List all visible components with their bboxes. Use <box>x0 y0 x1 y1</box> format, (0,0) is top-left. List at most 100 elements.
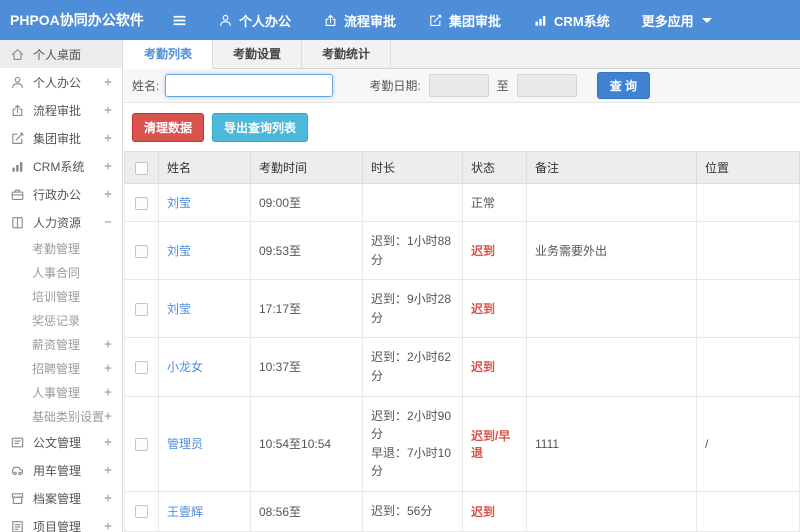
sidebar-subitem-label: 基础类别设置 <box>32 409 105 424</box>
collapse-minus-icon[interactable]: − <box>104 215 112 230</box>
tab-0[interactable]: 考勤列表 <box>124 40 214 69</box>
sidebar: 个人桌面 个人办公 + 流程审批 + 集团审批 + CRM系统 + 行政办公 + 人力资源 − 考勤管理人… <box>0 40 123 532</box>
sidebar-subitem-label: 人事管理 <box>32 385 81 400</box>
sidebar-item-label: 用车管理 <box>33 463 82 478</box>
top-nav-label: 更多应用 <box>641 13 694 29</box>
sidebar-subitem-6-3[interactable]: 奖惩记录 <box>0 308 122 332</box>
column-header-1: 考勤时间 <box>250 151 363 184</box>
expand-plus-icon[interactable]: + <box>104 463 112 478</box>
sidebar-subitem-label: 培训管理 <box>32 289 81 304</box>
cell-location <box>696 279 800 339</box>
sidebar-item-6[interactable]: 人力资源 − <box>0 208 122 236</box>
briefcase-icon <box>10 187 25 202</box>
sidebar-subitem-6-7[interactable]: 基础类别设置 + <box>0 404 122 428</box>
employee-name-link[interactable]: 王壹辉 <box>167 505 203 519</box>
upload-icon <box>323 13 338 28</box>
sidebar-item-2[interactable]: 流程审批 + <box>0 96 122 124</box>
sidebar-item-9[interactable]: 档案管理 + <box>0 484 122 512</box>
status-badge: 正常 <box>471 196 496 210</box>
row-checkbox[interactable] <box>135 196 148 210</box>
sidebar-item-3[interactable]: 集团审批 + <box>0 124 122 152</box>
header-checkbox-cell <box>124 151 159 184</box>
column-header-5: 位置 <box>696 151 800 184</box>
top-nav-item-1[interactable]: 流程审批 <box>323 11 396 30</box>
date-from-input[interactable] <box>428 74 489 97</box>
sidebar-item-4[interactable]: CRM系统 + <box>0 152 122 180</box>
duration-line: 迟到：9小时28分 <box>371 292 452 325</box>
employee-name-link[interactable]: 刘莹 <box>167 244 191 258</box>
sidebar-item-7[interactable]: 公文管理 + <box>0 428 122 456</box>
expand-plus-icon[interactable]: + <box>104 491 112 506</box>
person-icon <box>218 13 233 28</box>
search-button[interactable]: 查 询 <box>596 72 651 99</box>
sidebar-subitem-label: 薪资管理 <box>32 337 81 352</box>
main-content: 考勤列表 考勤设置 考勤统计 姓名: 考勤日期: 至 查 询 清理数据 导出查询列表… <box>124 40 800 532</box>
sidebar-item-label: 公文管理 <box>33 435 82 450</box>
table-row: 管理员 10:54至10:54 迟到：2小时90分 早退：7小时10分 迟到/早退 111… <box>124 395 800 492</box>
edit-icon <box>10 131 25 146</box>
attendance-table: 姓名 考勤时间 时长 状态 备注 位置 刘莹 09:00至 正常 刘莹 09:53至 迟到：1小时8… <box>124 151 800 532</box>
top-nav: 个人办公 流程审批 集团审批 CRM系统 更多应用 <box>218 11 744 30</box>
employee-name-link[interactable]: 管理员 <box>167 437 203 451</box>
cell-location <box>696 183 800 222</box>
expand-plus-icon[interactable]: + <box>104 435 112 450</box>
tab-2[interactable]: 考勤统计 <box>302 40 392 68</box>
expand-plus-icon[interactable]: + <box>104 75 112 90</box>
sidebar-item-label: 人力资源 <box>33 215 82 230</box>
sidebar-item-10[interactable]: 项目管理 + <box>0 512 122 532</box>
row-checkbox[interactable] <box>135 244 148 258</box>
chart-icon <box>10 159 25 174</box>
row-checkbox[interactable] <box>135 302 148 316</box>
top-nav-label: 流程审批 <box>344 13 397 29</box>
top-nav-item-3[interactable]: CRM系统 <box>533 11 610 30</box>
cell-duration: 迟到：9小时28分 <box>362 279 463 339</box>
name-input[interactable] <box>165 74 334 97</box>
sidebar-item-8[interactable]: 用车管理 + <box>0 456 122 484</box>
date-to-input[interactable] <box>516 74 577 97</box>
sidebar-subitem-6-0[interactable]: 考勤管理 <box>0 236 122 260</box>
sidebar-item-5[interactable]: 行政办公 + <box>0 180 122 208</box>
top-nav-item-4[interactable]: 更多应用 <box>642 11 712 30</box>
status-badge: 迟到 <box>471 302 496 317</box>
row-checkbox-cell <box>124 279 159 339</box>
expand-plus-icon[interactable]: + <box>104 409 112 424</box>
expand-plus-icon[interactable]: + <box>104 103 112 118</box>
menu-toggle-icon[interactable] <box>171 12 188 29</box>
row-checkbox-cell <box>124 490 159 532</box>
row-checkbox[interactable] <box>135 505 148 519</box>
expand-plus-icon[interactable]: + <box>104 361 112 376</box>
sidebar-subitem-6-1[interactable]: 人事合同 <box>0 260 122 284</box>
cell-remark <box>526 490 697 532</box>
select-all-checkbox[interactable] <box>135 161 148 175</box>
employee-name-link[interactable]: 刘莹 <box>167 196 191 210</box>
sidebar-item-1[interactable]: 个人办公 + <box>0 68 122 96</box>
sidebar-subitem-6-5[interactable]: 招聘管理 + <box>0 356 122 380</box>
expand-plus-icon[interactable]: + <box>104 159 112 174</box>
top-nav-item-2[interactable]: 集团审批 <box>428 11 501 30</box>
sidebar-subitem-6-6[interactable]: 人事管理 + <box>0 380 122 404</box>
cell-name: 刘莹 <box>158 183 251 222</box>
row-checkbox[interactable] <box>135 361 148 375</box>
top-nav-item-0[interactable]: 个人办公 <box>218 11 291 30</box>
cell-name: 小龙女 <box>158 337 251 397</box>
cell-duration: 迟到：2小时62分 <box>362 337 463 397</box>
status-badge: 迟到 <box>471 504 496 519</box>
clear-data-button[interactable]: 清理数据 <box>132 113 205 142</box>
sidebar-item-0[interactable]: 个人桌面 <box>0 40 122 68</box>
sidebar-subitem-6-2[interactable]: 培训管理 <box>0 284 122 308</box>
sidebar-subitem-6-4[interactable]: 薪资管理 + <box>0 332 122 356</box>
expand-plus-icon[interactable]: + <box>104 337 112 352</box>
cell-remark <box>526 183 697 222</box>
cell-name: 刘莹 <box>158 279 251 339</box>
tab-1[interactable]: 考勤设置 <box>213 40 303 68</box>
app-logo: PHPOA协同办公软件 <box>10 12 144 28</box>
expand-plus-icon[interactable]: + <box>104 519 112 532</box>
car-icon <box>10 463 25 478</box>
employee-name-link[interactable]: 刘莹 <box>167 302 191 316</box>
employee-name-link[interactable]: 小龙女 <box>167 360 203 374</box>
expand-plus-icon[interactable]: + <box>104 187 112 202</box>
row-checkbox[interactable] <box>135 437 148 451</box>
expand-plus-icon[interactable]: + <box>104 385 112 400</box>
export-list-button[interactable]: 导出查询列表 <box>212 113 309 142</box>
expand-plus-icon[interactable]: + <box>104 131 112 146</box>
